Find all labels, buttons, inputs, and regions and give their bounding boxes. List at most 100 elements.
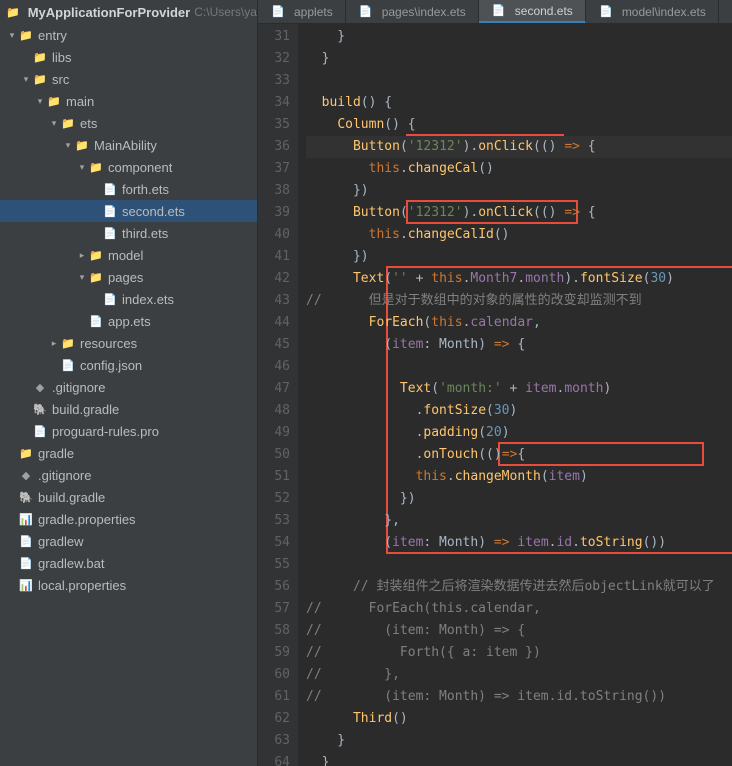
- code-line[interactable]: ForEach(this.calendar,: [306, 312, 732, 334]
- code-line[interactable]: // },: [306, 664, 732, 686]
- tree-item[interactable]: 📄proguard-rules.pro: [0, 420, 257, 442]
- chevron-icon: ▾: [20, 74, 32, 85]
- code-line[interactable]: }: [306, 48, 732, 70]
- editor-tab[interactable]: 📄second.ets: [479, 0, 586, 23]
- file-icon: 📄: [18, 555, 34, 571]
- tree-item-label: resources: [80, 336, 137, 351]
- code-line[interactable]: .fontSize(30): [306, 400, 732, 422]
- tree-item[interactable]: 📄config.json: [0, 354, 257, 376]
- file-icon: ◆: [18, 467, 34, 483]
- tree-item[interactable]: 📄forth.ets: [0, 178, 257, 200]
- tree-item[interactable]: 📄app.ets: [0, 310, 257, 332]
- tree-item[interactable]: 📄gradlew.bat: [0, 552, 257, 574]
- code-line[interactable]: [306, 554, 732, 576]
- line-number: 61: [258, 686, 298, 708]
- tree-item-label: MainAbility: [94, 138, 157, 153]
- code-line[interactable]: .onTouch(()=>{: [306, 444, 732, 466]
- code-content[interactable]: } } build() { Column() { Button('12312')…: [298, 24, 732, 766]
- line-number: 46: [258, 356, 298, 378]
- tree-item[interactable]: ▾📁pages: [0, 266, 257, 288]
- code-line[interactable]: }): [306, 180, 732, 202]
- code-line[interactable]: [306, 356, 732, 378]
- file-icon: 📄: [18, 533, 34, 549]
- line-number: 59: [258, 642, 298, 664]
- code-line[interactable]: // (item: Month) => {: [306, 620, 732, 642]
- line-number: 56: [258, 576, 298, 598]
- tree-item-label: gradle.properties: [38, 512, 136, 527]
- line-number: 39: [258, 202, 298, 224]
- code-line[interactable]: Column() {: [306, 114, 732, 136]
- code-line[interactable]: .padding(20): [306, 422, 732, 444]
- tree-item-label: main: [66, 94, 94, 109]
- code-line[interactable]: // 封装组件之后将渲染数据传进去然后objectLink就可以了: [306, 576, 732, 598]
- code-line[interactable]: Button('12312').onClick(() => {: [306, 136, 732, 158]
- code-line[interactable]: Text('month:' + item.month): [306, 378, 732, 400]
- tree-item[interactable]: 📁libs: [0, 46, 257, 68]
- code-line[interactable]: }): [306, 246, 732, 268]
- code-line[interactable]: Third(): [306, 708, 732, 730]
- tree-item[interactable]: ▸📁 resources: [0, 332, 257, 354]
- code-line[interactable]: }: [306, 752, 732, 766]
- code-line[interactable]: (item: Month) => {: [306, 334, 732, 356]
- tree-item-label: config.json: [80, 358, 142, 373]
- line-number: 55: [258, 554, 298, 576]
- tree-item-label: proguard-rules.pro: [52, 424, 159, 439]
- tree-item[interactable]: 📄second.ets: [0, 200, 257, 222]
- line-number: 53: [258, 510, 298, 532]
- code-line[interactable]: this.changeCal(): [306, 158, 732, 180]
- tree-item[interactable]: ▾📁component: [0, 156, 257, 178]
- code-line[interactable]: this.changeCalId(): [306, 224, 732, 246]
- tree-item[interactable]: ◆ .gitignore: [0, 464, 257, 486]
- tree-item-label: forth.ets: [122, 182, 169, 197]
- tree-item[interactable]: ▾📁entry: [0, 24, 257, 46]
- chevron-icon: ▸: [48, 338, 60, 349]
- tree-item-label: .gitignore: [38, 468, 91, 483]
- project-sidebar[interactable]: 📁 MyApplicationForProvider C:\Users\yar …: [0, 0, 258, 766]
- tree-item-label: src: [52, 72, 69, 87]
- code-line[interactable]: }: [306, 26, 732, 48]
- line-number: 49: [258, 422, 298, 444]
- editor-tab[interactable]: 📄model\index.ets: [586, 0, 719, 23]
- code-line[interactable]: // 但是对于数组中的对象的属性的改变却监测不到: [306, 290, 732, 312]
- code-line[interactable]: }: [306, 730, 732, 752]
- code-line[interactable]: // ForEach(this.calendar,: [306, 598, 732, 620]
- tree-item[interactable]: 📄index.ets: [0, 288, 257, 310]
- editor-tabs[interactable]: 📄applets📄pages\index.ets📄second.ets📄mode…: [258, 0, 732, 24]
- tree-item[interactable]: ▾📁ets: [0, 112, 257, 134]
- code-line[interactable]: this.changeMonth(item): [306, 466, 732, 488]
- code-line[interactable]: [306, 70, 732, 92]
- chevron-icon: ▾: [48, 118, 60, 129]
- code-line[interactable]: build() {: [306, 92, 732, 114]
- code-line[interactable]: }): [306, 488, 732, 510]
- tree-item[interactable]: 🐘build.gradle: [0, 398, 257, 420]
- tree-item[interactable]: 📁gradle: [0, 442, 257, 464]
- code-line[interactable]: Text('' + this.Month7.month).fontSize(30…: [306, 268, 732, 290]
- line-number: 45: [258, 334, 298, 356]
- code-line[interactable]: // (item: Month) => item.id.toString()): [306, 686, 732, 708]
- file-icon: 📁: [60, 335, 76, 351]
- tree-item[interactable]: 📊local.properties: [0, 574, 257, 596]
- tree-item[interactable]: 📄gradlew: [0, 530, 257, 552]
- tree-item[interactable]: 📊 gradle.properties: [0, 508, 257, 530]
- file-icon: 📁: [74, 137, 90, 153]
- code-line[interactable]: Button('12312').onClick(() => {: [306, 202, 732, 224]
- tree-item[interactable]: 📄third.ets: [0, 222, 257, 244]
- tree-item[interactable]: ▾📁MainAbility: [0, 134, 257, 156]
- tree-item[interactable]: ▾📁main: [0, 90, 257, 112]
- code-line[interactable]: (item: Month) => item.id.toString()): [306, 532, 732, 554]
- file-icon: 📊: [18, 511, 34, 527]
- line-number: 51: [258, 466, 298, 488]
- tree-item[interactable]: 🐘build.gradle: [0, 486, 257, 508]
- chevron-icon: ▾: [34, 96, 46, 107]
- code-line[interactable]: },: [306, 510, 732, 532]
- tree-item[interactable]: ▸📁model: [0, 244, 257, 266]
- tree-item[interactable]: ◆.gitignore: [0, 376, 257, 398]
- editor-tab[interactable]: 📄applets: [258, 0, 346, 23]
- chevron-icon: ▸: [76, 250, 88, 261]
- file-tree[interactable]: ▾📁entry📁libs▾📁src▾📁main▾📁ets▾📁MainAbilit…: [0, 24, 257, 596]
- code-editor[interactable]: 3132333435363738394041424344454647484950…: [258, 24, 732, 766]
- tree-item[interactable]: ▾📁src: [0, 68, 257, 90]
- code-line[interactable]: // Forth({ a: item }): [306, 642, 732, 664]
- editor-tab[interactable]: 📄pages\index.ets: [346, 0, 479, 23]
- line-number: 54: [258, 532, 298, 554]
